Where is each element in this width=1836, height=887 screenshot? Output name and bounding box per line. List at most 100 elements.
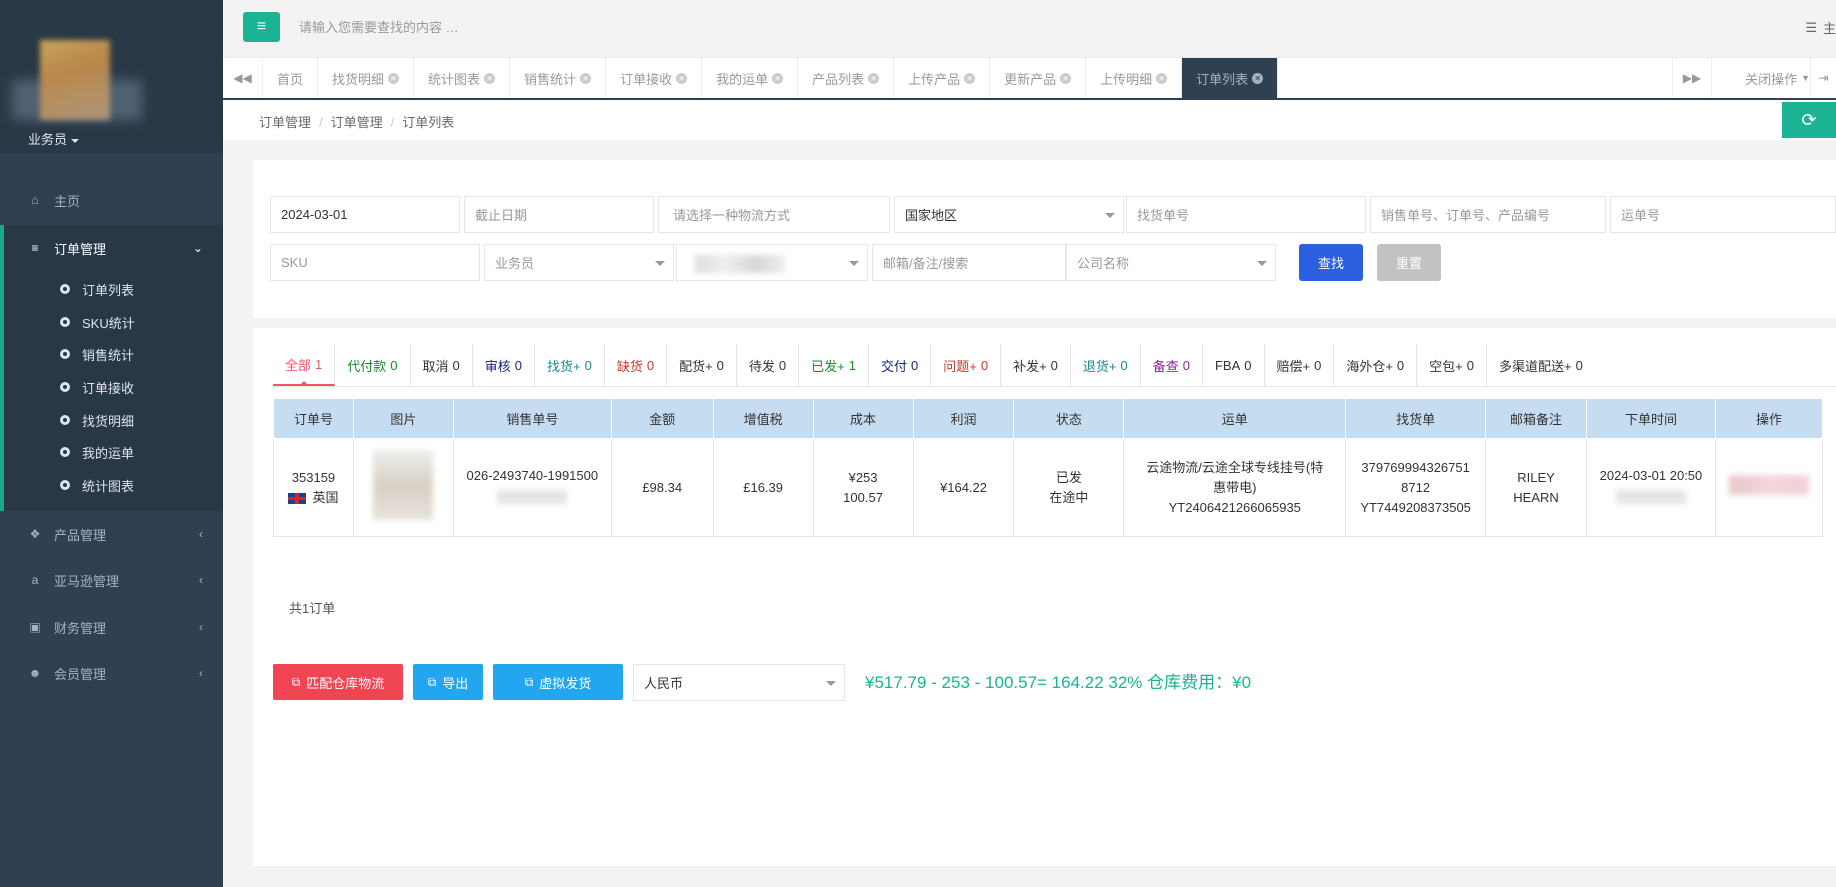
sidebar-sub-sku-stats[interactable]: SKU统计 <box>60 307 135 337</box>
sidebar-item-products[interactable]: ❖ 产品管理 ‹ <box>0 511 223 557</box>
find-no[interactable]: 3797699943267518712 <box>1346 458 1485 498</box>
status-tab[interactable]: 待发 0 <box>737 344 800 386</box>
close-icon[interactable]: ✕ <box>868 72 880 84</box>
close-icon[interactable]: ✕ <box>772 72 784 84</box>
breadcrumb-item[interactable]: 订单管理 <box>259 115 311 130</box>
close-icon[interactable]: ✕ <box>676 72 688 84</box>
tab-home[interactable]: 首页 <box>263 58 319 98</box>
status-tab[interactable]: 交付 0 <box>869 344 932 386</box>
exit-icon[interactable]: ⇥ <box>1810 58 1836 98</box>
tab-order-receive[interactable]: 订单接收 ✕ <box>606 58 703 98</box>
reset-button-label: 重置 <box>1395 256 1422 271</box>
close-icon[interactable]: ✕ <box>388 72 400 84</box>
company-select[interactable]: 公司名称 <box>1066 244 1276 281</box>
product-image[interactable] <box>373 449 434 520</box>
close-icon[interactable]: ✕ <box>1156 72 1168 84</box>
waybill-no[interactable]: YT2406421266065935 <box>1124 498 1345 518</box>
virtual-ship-button[interactable]: ⧉ 虚拟发货 <box>493 664 623 700</box>
match-warehouse-button[interactable]: ⧉ 匹配仓库物流 <box>273 664 403 700</box>
status-tab[interactable]: 配货+ 0 <box>667 344 737 386</box>
find-waybill-no[interactable]: YT7449208373505 <box>1346 498 1485 518</box>
search-button[interactable]: 查找 <box>1299 244 1363 281</box>
salesman-select[interactable]: 业务员 <box>484 244 674 281</box>
sales-no-input[interactable]: 销售单号、订单号、产品编号 <box>1370 196 1606 233</box>
status-tab[interactable]: FBA 0 <box>1203 344 1265 386</box>
start-date-input[interactable]: 2024-03-01 <box>270 196 460 233</box>
sidebar-item-home[interactable]: ⌂ 主页 <box>0 177 223 223</box>
close-icon[interactable]: ✕ <box>580 72 592 84</box>
menu-toggle-button[interactable]: ≡ <box>243 12 280 42</box>
status-tab[interactable]: 退货+ 0 <box>1071 344 1141 386</box>
status-tab[interactable]: 全部 1 <box>273 344 336 386</box>
close-icon[interactable]: ✕ <box>964 72 976 84</box>
find-no-input[interactable]: 找货单号 <box>1126 196 1366 233</box>
close-icon[interactable]: ✕ <box>1252 72 1264 84</box>
tabs-scroll-right-button[interactable]: ▶▶ <box>1672 58 1712 98</box>
logistics-select[interactable]: 请选择一种物流方式 <box>658 196 890 233</box>
status-tab[interactable]: 赔偿+ 0 <box>1265 344 1335 386</box>
status-tab[interactable]: 多渠道配送+ 0 <box>1487 344 1595 386</box>
status-tab[interactable]: 海外仓+ 0 <box>1334 344 1418 386</box>
sidebar-sub-my-waybill[interactable]: 我的运单 <box>60 437 134 467</box>
reset-button[interactable]: 重置 <box>1377 244 1441 281</box>
sidebar-sub-charts[interactable]: 统计图表 <box>60 470 134 500</box>
waybill-input[interactable]: 运单号 <box>1610 196 1836 233</box>
sidebar-item-members[interactable]: ☻ 会员管理 ‹ <box>0 650 223 696</box>
status-tab[interactable]: 备查 0 <box>1141 344 1203 386</box>
sidebar-sub-find-detail[interactable]: 找货明细 <box>60 405 134 435</box>
sidebar-active-group: ≡ 订单管理 ⌄ 订单列表 SKU统计 销售统计 订单接收 找货明细 我的运单 统计… <box>0 225 223 511</box>
sidebar-item-orders[interactable]: ≡ 订单管理 ⌄ <box>0 225 223 271</box>
close-operations-dropdown[interactable]: 关闭操作 ▼ <box>1745 58 1810 98</box>
filter-panel: 2024-03-01 截止日期 请选择一种物流方式 国家地区 找货单号 销售单号… <box>253 160 1836 318</box>
tab-charts[interactable]: 统计图表 ✕ <box>414 58 511 98</box>
status-tab[interactable]: 补发+ 0 <box>1001 344 1071 386</box>
amazon-icon: a <box>31 573 39 587</box>
tab-product-list[interactable]: 产品列表 ✕ <box>798 58 895 98</box>
status-tab[interactable]: 代付款 0 <box>335 344 411 386</box>
status-tab[interactable]: 找货+ 0 <box>535 344 605 386</box>
sidebar-sub-sales-stats[interactable]: 销售统计 <box>60 339 134 369</box>
status-tab-label: 多渠道配送+ <box>1498 358 1572 374</box>
close-ops-label: 关闭操作 <box>1745 71 1798 87</box>
tab-my-waybill[interactable]: 我的运单 ✕ <box>702 58 799 98</box>
top-right-menu[interactable]: ☰ 主 <box>1805 18 1836 37</box>
avatar[interactable] <box>12 30 142 130</box>
refresh-button[interactable]: ⟳ <box>1782 102 1836 138</box>
sidebar-sub-order-list[interactable]: 订单列表 <box>60 274 134 304</box>
action-buttons[interactable] <box>1728 474 1809 495</box>
sidebar-sub-order-receive[interactable]: 订单接收 <box>60 372 134 402</box>
status-tab[interactable]: 审核 0 <box>473 344 535 386</box>
close-icon[interactable]: ✕ <box>484 72 496 84</box>
status-tab[interactable]: 已发+ 1 <box>799 344 869 386</box>
tab-update-product[interactable]: 更新产品 ✕ <box>990 58 1087 98</box>
sku-input[interactable]: SKU <box>270 244 480 281</box>
status-tab-count: 0 <box>390 357 398 373</box>
status-tab[interactable]: 问题+ 0 <box>931 344 1002 386</box>
redacted-select[interactable] <box>676 244 868 281</box>
end-date-input[interactable]: 截止日期 <box>464 196 654 233</box>
email-search-input[interactable]: 邮箱/备注/搜索 <box>872 244 1066 281</box>
sales-no[interactable]: 026-2493740-1991500 <box>454 466 611 486</box>
status-tab[interactable]: 取消 0 <box>411 344 473 386</box>
global-search-input[interactable] <box>291 12 891 42</box>
sidebar-item-finance[interactable]: ▣ 财务管理 ‹ <box>0 604 223 650</box>
tab-find-detail[interactable]: 找货明细 ✕ <box>318 58 415 98</box>
tab-order-list[interactable]: 订单列表 ✕ <box>1182 58 1279 98</box>
status-tab[interactable]: 空包+ 0 <box>1417 344 1487 386</box>
sidebar-item-amazon[interactable]: a 亚马逊管理 ‹ <box>0 557 223 603</box>
close-icon[interactable]: ✕ <box>1060 72 1072 84</box>
tab-upload-product[interactable]: 上传产品 ✕ <box>894 58 991 98</box>
tab-sales-stats[interactable]: 销售统计 ✕ <box>510 58 607 98</box>
export-button[interactable]: ⧉ 导出 <box>413 664 483 700</box>
chevron-left-icon: ‹ <box>199 666 203 680</box>
status-tab-count: 0 <box>452 357 460 373</box>
currency-select[interactable]: 人民币 <box>633 664 845 701</box>
tab-upload-detail[interactable]: 上传明细 ✕ <box>1086 58 1183 98</box>
breadcrumb-item[interactable]: 订单管理 <box>331 115 383 130</box>
tabs-scroll-left-button[interactable]: ◀◀ <box>223 58 263 98</box>
order-no[interactable]: 353159 <box>274 468 353 488</box>
role-dropdown[interactable]: 业务员 <box>28 129 80 148</box>
country-select[interactable]: 国家地区 <box>894 196 1124 233</box>
status-tab[interactable]: 缺货 0 <box>605 344 668 386</box>
status-tab-label: 交付 <box>880 358 907 374</box>
